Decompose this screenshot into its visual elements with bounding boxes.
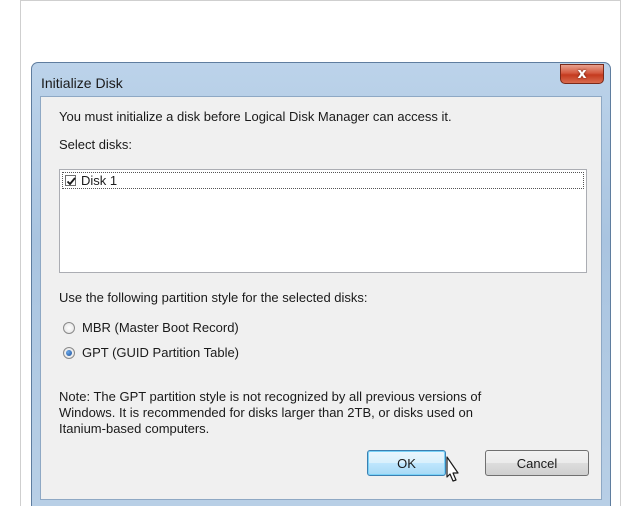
partition-style-prompt: Use the following partition style for th… [59, 290, 368, 305]
dialog-title: Initialize Disk [41, 75, 123, 91]
disk-checkbox[interactable] [65, 175, 76, 186]
gpt-radio[interactable] [63, 347, 75, 359]
dialog-body: You must initialize a disk before Logica… [40, 96, 602, 500]
mbr-label[interactable]: MBR (Master Boot Record) [82, 320, 239, 335]
close-button[interactable]: x [560, 64, 604, 84]
note-line-2: Windows. It is recommended for disks lar… [59, 405, 474, 420]
ok-button[interactable]: OK [367, 450, 446, 476]
title-bar[interactable]: Initialize Disk x [32, 63, 610, 97]
disk-label: Disk 1 [81, 173, 118, 188]
close-icon: x [577, 66, 587, 82]
intro-text: You must initialize a disk before Logica… [59, 109, 452, 124]
list-item[interactable]: Disk 1 [62, 172, 584, 189]
gpt-label[interactable]: GPT (GUID Partition Table) [82, 345, 239, 360]
mouse-pointer-icon [446, 456, 459, 482]
cancel-button[interactable]: Cancel [485, 450, 589, 476]
disk-listbox[interactable]: Disk 1 [59, 169, 587, 273]
mbr-radio[interactable] [63, 322, 75, 334]
select-disks-label: Select disks: [59, 137, 132, 152]
initialize-disk-dialog: Initialize Disk x You must initialize a … [31, 62, 611, 506]
note-line-1: Note: The GPT partition style is not rec… [59, 389, 482, 404]
checkmark-icon [66, 177, 76, 186]
note-line-3: Itanium-based computers. [59, 421, 210, 436]
